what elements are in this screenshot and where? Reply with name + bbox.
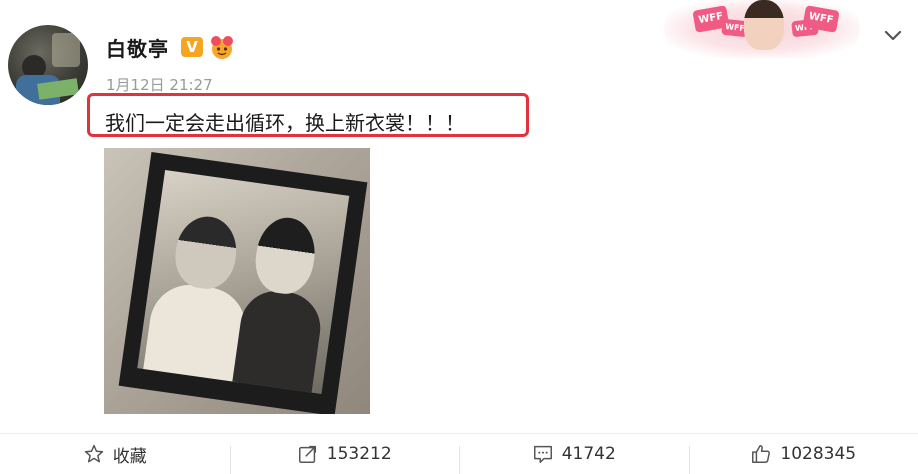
like-button[interactable]: 1028345 — [688, 434, 918, 474]
comment-count: 41742 — [561, 444, 616, 464]
decoration-card: WFF WFF WFF WFF — [664, 0, 860, 58]
avatar[interactable] — [8, 25, 88, 105]
favorite-button[interactable]: 收藏 — [0, 434, 230, 474]
comment-button[interactable]: 41742 — [459, 434, 689, 474]
username[interactable]: 白敬亭 — [106, 33, 169, 62]
star-outline-icon — [84, 444, 104, 463]
chevron-down-icon[interactable] — [882, 24, 904, 46]
action-bar: 收藏 153212 41742 1028345 — [0, 434, 918, 474]
fan-badge-icon — [211, 36, 233, 59]
verified-badge-icon: V — [181, 37, 203, 57]
repost-button[interactable]: 153212 — [229, 434, 460, 474]
weibo-post: 白敬亭 V 1月12日 21:27 WFF WFF WFF WFF 我们一定会走… — [0, 0, 918, 474]
share-arrow-icon — [298, 445, 316, 463]
decor-portrait — [744, 0, 784, 50]
comment-bubble-icon — [533, 445, 552, 463]
post-text: 我们一定会走出循环，换上新衣裳！！！ — [105, 111, 465, 135]
thumbs-up-icon — [752, 445, 771, 463]
favorite-label: 收藏 — [112, 446, 147, 467]
like-count: 1028345 — [780, 444, 857, 464]
repost-count: 153212 — [326, 444, 392, 464]
post-timestamp[interactable]: 1月12日 21:27 — [106, 74, 213, 95]
post-photo[interactable] — [104, 148, 370, 414]
